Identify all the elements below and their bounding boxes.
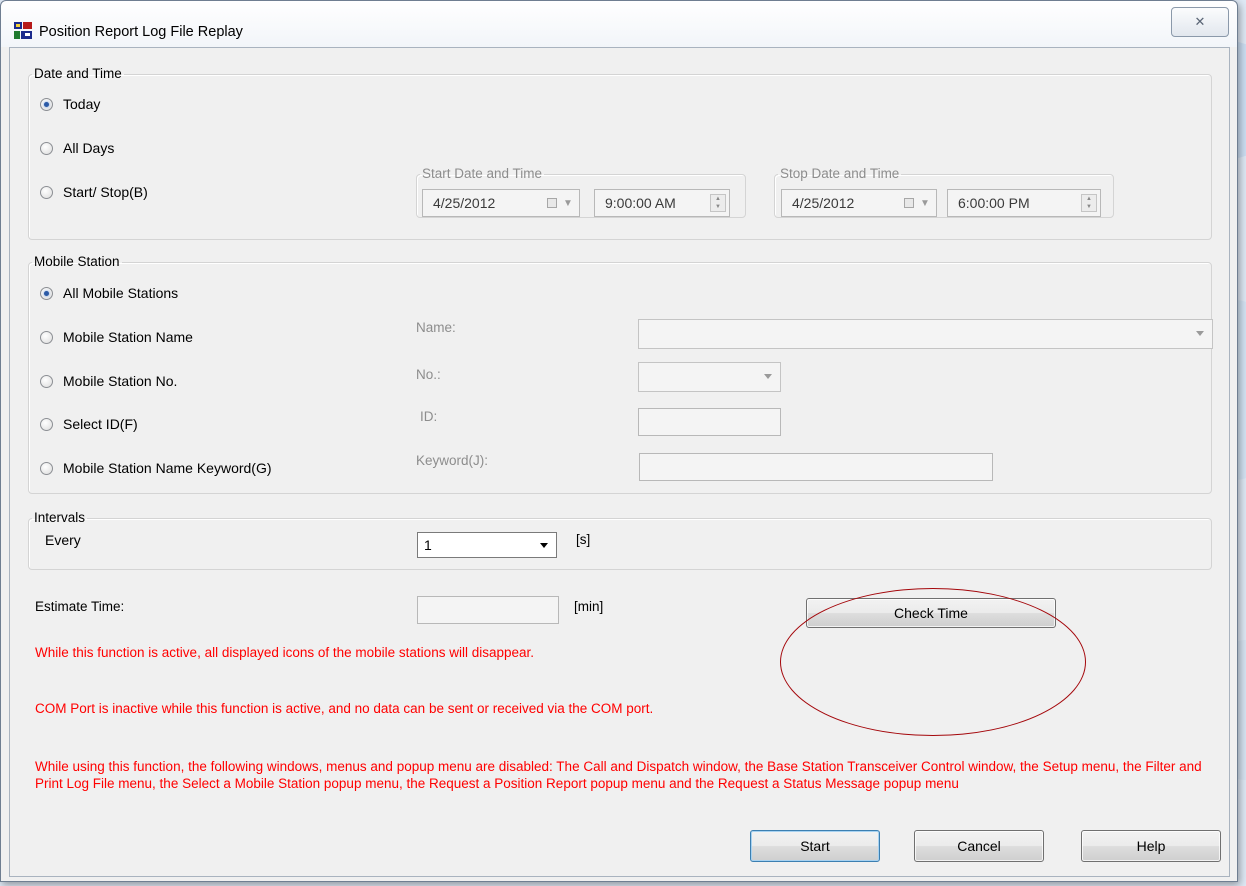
estimate-time-unit: [min] xyxy=(574,599,604,614)
radio-label: All Mobile Stations xyxy=(63,285,179,301)
stop-date-picker[interactable]: 4/25/2012 ▼ xyxy=(781,189,937,217)
chevron-down-icon xyxy=(540,543,548,548)
start-label: Start xyxy=(800,838,830,854)
radio-label: All Days xyxy=(63,140,115,156)
mobile-station-group: Mobile Station xyxy=(28,254,1212,494)
start-date-value: 4/25/2012 xyxy=(433,195,496,211)
name-label: Name: xyxy=(416,320,456,335)
chevron-down-icon[interactable]: ▼ xyxy=(560,194,576,212)
chevron-down-icon xyxy=(764,374,772,379)
radio-label: Mobile Station Name Keyword(G) xyxy=(63,460,272,476)
radio-button-checked[interactable] xyxy=(40,286,53,300)
radio-button[interactable] xyxy=(40,141,53,155)
start-time-value: 9:00:00 AM xyxy=(605,195,676,211)
radio-button[interactable] xyxy=(40,417,53,431)
radio-mobile-station-name[interactable]: Mobile Station Name xyxy=(40,329,193,345)
interval-value: 1 xyxy=(424,537,432,553)
interval-dropdown[interactable]: 1 xyxy=(417,532,557,558)
radio-mobile-station-keyword[interactable]: Mobile Station Name Keyword(G) xyxy=(40,460,272,476)
cancel-label: Cancel xyxy=(957,838,1001,854)
stop-date-time-legend: Stop Date and Time xyxy=(780,166,900,181)
radio-label: Mobile Station No. xyxy=(63,373,178,389)
id-label: ID: xyxy=(420,409,438,424)
dialog-window: Position Report Log File Replay ✕ Date a… xyxy=(0,0,1238,882)
highlight-ellipse xyxy=(780,588,1086,736)
stop-date-value: 4/25/2012 xyxy=(792,195,855,211)
radio-today[interactable]: Today xyxy=(40,96,100,112)
id-input[interactable] xyxy=(638,408,781,436)
radio-label: Mobile Station Name xyxy=(63,329,193,345)
intervals-legend: Intervals xyxy=(34,510,86,525)
spinner-icon[interactable]: ▲ ▼ xyxy=(710,194,726,212)
spinner-icon[interactable]: ▲ ▼ xyxy=(1081,194,1097,212)
app-icon xyxy=(14,22,32,39)
warning-icons-disappear: While this function is active, all displ… xyxy=(35,645,534,660)
chevron-down-icon xyxy=(1196,331,1204,336)
window-title: Position Report Log File Replay xyxy=(39,24,243,40)
calendar-icon xyxy=(547,198,557,208)
radio-all-mobile-stations[interactable]: All Mobile Stations xyxy=(40,285,178,301)
radio-label: Today xyxy=(63,96,101,112)
radio-start-stop[interactable]: Start/ Stop(B) xyxy=(40,184,148,200)
radio-button[interactable] xyxy=(40,461,53,475)
chevron-down-icon[interactable]: ▼ xyxy=(917,194,933,212)
start-date-picker[interactable]: 4/25/2012 ▼ xyxy=(422,189,580,217)
interval-unit: [s] xyxy=(576,532,591,547)
warning-disabled-menus: While using this function, the following… xyxy=(35,759,1202,791)
dialog-client-area: Date and Time Today All Days Start/ Stop… xyxy=(9,47,1230,877)
radio-label: Start/ Stop(B) xyxy=(63,184,148,200)
radio-button[interactable] xyxy=(40,374,53,388)
radio-mobile-station-no[interactable]: Mobile Station No. xyxy=(40,373,177,389)
date-time-legend: Date and Time xyxy=(34,66,122,81)
estimate-time-label: Estimate Time: xyxy=(35,599,125,614)
estimate-time-input xyxy=(417,596,559,624)
keyword-label: Keyword(J): xyxy=(416,453,489,468)
radio-all-days[interactable]: All Days xyxy=(40,140,114,156)
title-bar: Position Report Log File Replay ✕ xyxy=(1,1,1237,47)
radio-button[interactable] xyxy=(40,330,53,344)
calendar-icon xyxy=(904,198,914,208)
help-button[interactable]: Help xyxy=(1081,830,1221,862)
name-dropdown[interactable] xyxy=(638,319,1213,349)
radio-button-checked[interactable] xyxy=(40,97,53,111)
cancel-button[interactable]: Cancel xyxy=(914,830,1044,862)
no-dropdown[interactable] xyxy=(638,362,781,392)
no-label: No.: xyxy=(416,367,441,382)
warning-com-port: COM Port is inactive while this function… xyxy=(35,701,654,716)
intervals-group: Intervals xyxy=(28,510,1212,570)
keyword-input[interactable] xyxy=(639,453,993,481)
start-time-spinner[interactable]: 9:00:00 AM ▲ ▼ xyxy=(594,189,730,217)
radio-button[interactable] xyxy=(40,185,53,199)
radio-select-id[interactable]: Select ID(F) xyxy=(40,416,138,432)
close-icon: ✕ xyxy=(1194,14,1206,29)
close-button[interactable]: ✕ xyxy=(1171,7,1229,37)
start-date-time-legend: Start Date and Time xyxy=(422,166,543,181)
radio-label: Select ID(F) xyxy=(63,416,138,432)
mobile-station-legend: Mobile Station xyxy=(34,254,120,269)
stop-time-value: 6:00:00 PM xyxy=(958,195,1030,211)
help-label: Help xyxy=(1136,838,1166,854)
start-button[interactable]: Start xyxy=(750,830,880,862)
stop-time-spinner[interactable]: 6:00:00 PM ▲ ▼ xyxy=(947,189,1101,217)
every-label: Every xyxy=(45,532,81,548)
